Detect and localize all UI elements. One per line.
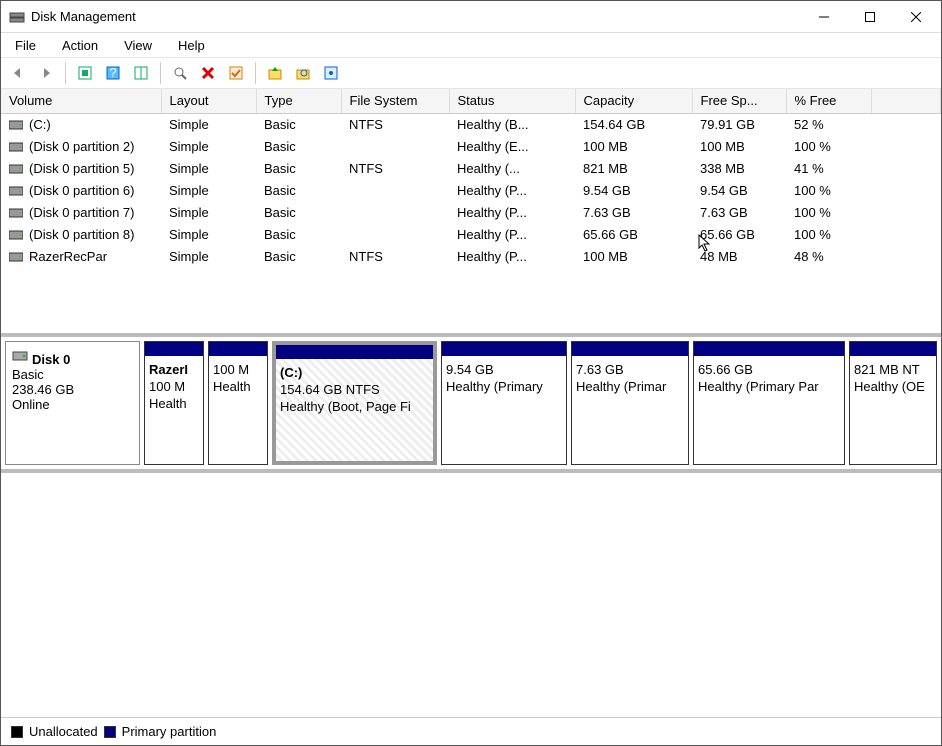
table-row[interactable]: (Disk 0 partition 8)SimpleBasicHealthy (… bbox=[1, 223, 941, 245]
titlebar: Disk Management bbox=[1, 1, 941, 33]
up-icon[interactable] bbox=[264, 62, 286, 84]
table-row[interactable]: (Disk 0 partition 6)SimpleBasicHealthy (… bbox=[1, 179, 941, 201]
search-icon[interactable] bbox=[169, 62, 191, 84]
table-row[interactable]: (Disk 0 partition 5)SimpleBasicNTFSHealt… bbox=[1, 157, 941, 179]
refresh-icon[interactable] bbox=[74, 62, 96, 84]
partition[interactable]: 100 MHealth bbox=[208, 341, 268, 465]
toolbar: ? bbox=[1, 57, 941, 89]
col-header[interactable]: File System bbox=[341, 89, 449, 113]
partition[interactable]: (C:)154.64 GB NTFSHealthy (Boot, Page Fi bbox=[272, 341, 437, 465]
legend-label-primary: Primary partition bbox=[122, 724, 217, 739]
col-header[interactable]: Volume bbox=[1, 89, 161, 113]
menu-action[interactable]: Action bbox=[52, 36, 108, 55]
col-header[interactable]: Layout bbox=[161, 89, 256, 113]
menu-file[interactable]: File bbox=[5, 36, 46, 55]
table-row[interactable]: (C:)SimpleBasicNTFSHealthy (B...154.64 G… bbox=[1, 113, 941, 135]
col-header[interactable]: Capacity bbox=[575, 89, 692, 113]
disk-info[interactable]: Disk 0 Basic 238.46 GB Online bbox=[5, 341, 140, 465]
maximize-button[interactable] bbox=[847, 1, 893, 32]
back-button[interactable] bbox=[7, 62, 29, 84]
disk-size: 238.46 GB bbox=[12, 382, 133, 397]
legend-swatch-unallocated bbox=[11, 726, 23, 738]
minimize-button[interactable] bbox=[801, 1, 847, 32]
check-icon[interactable] bbox=[225, 62, 247, 84]
menu-help[interactable]: Help bbox=[168, 36, 215, 55]
partition[interactable]: 821 MB NTHealthy (OE bbox=[849, 341, 937, 465]
options-icon[interactable] bbox=[320, 62, 342, 84]
forward-button[interactable] bbox=[35, 62, 57, 84]
legend: Unallocated Primary partition bbox=[1, 717, 941, 745]
disk-map: Disk 0 Basic 238.46 GB Online RazerI100 … bbox=[1, 337, 941, 473]
disk-label: Disk 0 bbox=[32, 352, 70, 367]
disk-type: Basic bbox=[12, 367, 133, 382]
menubar: File Action View Help bbox=[1, 33, 941, 57]
svg-text:?: ? bbox=[109, 65, 116, 80]
table-row[interactable]: (Disk 0 partition 7)SimpleBasicHealthy (… bbox=[1, 201, 941, 223]
col-header[interactable]: % Free bbox=[786, 89, 871, 113]
partition[interactable]: 7.63 GBHealthy (Primar bbox=[571, 341, 689, 465]
col-header[interactable]: Status bbox=[449, 89, 575, 113]
menu-view[interactable]: View bbox=[114, 36, 162, 55]
disk-status: Online bbox=[12, 397, 133, 412]
table-row[interactable]: (Disk 0 partition 2)SimpleBasicHealthy (… bbox=[1, 135, 941, 157]
window-title: Disk Management bbox=[31, 9, 801, 24]
table-row[interactable]: RazerRecParSimpleBasicNTFSHealthy (P...1… bbox=[1, 245, 941, 267]
volume-list[interactable]: VolumeLayoutTypeFile SystemStatusCapacit… bbox=[1, 89, 941, 337]
col-header[interactable]: Free Sp... bbox=[692, 89, 786, 113]
legend-label-unallocated: Unallocated bbox=[29, 724, 98, 739]
close-button[interactable] bbox=[893, 1, 939, 32]
app-icon bbox=[9, 9, 25, 25]
delete-icon[interactable] bbox=[197, 62, 219, 84]
layout-icon[interactable] bbox=[130, 62, 152, 84]
find-icon[interactable] bbox=[292, 62, 314, 84]
partition[interactable]: RazerI100 MHealth bbox=[144, 341, 204, 465]
help-icon[interactable]: ? bbox=[102, 62, 124, 84]
legend-swatch-primary bbox=[104, 726, 116, 738]
col-header[interactable]: Type bbox=[256, 89, 341, 113]
partition[interactable]: 9.54 GBHealthy (Primary bbox=[441, 341, 567, 465]
partition[interactable]: 65.66 GBHealthy (Primary Par bbox=[693, 341, 845, 465]
